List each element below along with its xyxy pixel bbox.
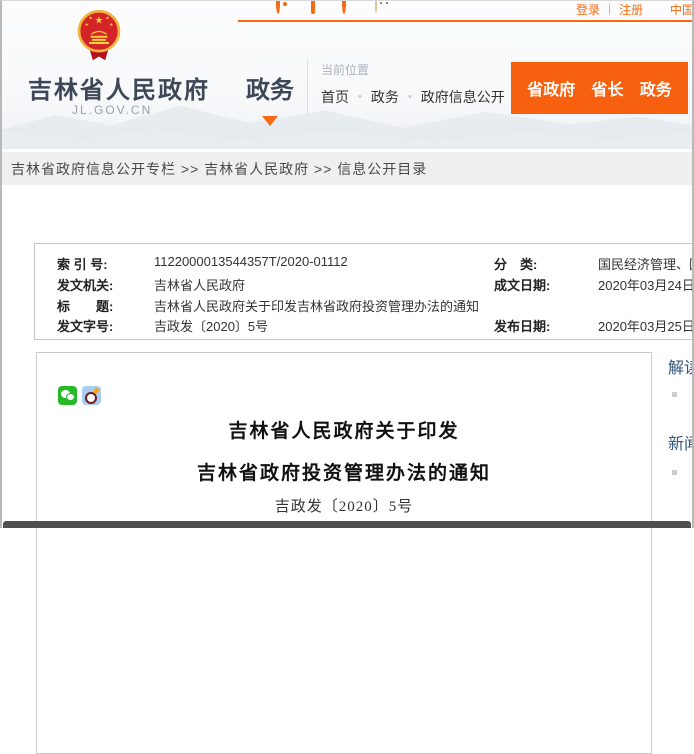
china-gov-link[interactable]: 中国政府网 [670,1,694,18]
meta-label-publish-date: 发布日期: [494,319,550,334]
svg-text:★: ★ [95,16,104,27]
nav-item-governor[interactable]: 省长 [591,76,623,100]
meta-label-issuer: 发文机关: [57,278,113,293]
breadcrumb-info-disclosure[interactable]: 政府信息公开 [421,87,505,107]
meta-label-written-date: 成文日期: [494,278,550,293]
svg-text:★: ★ [105,16,109,21]
site-domain: JL.GOV.CN [72,103,152,117]
bullet-square-icon [672,470,677,475]
account-area: 登录 | 注册 [576,1,643,18]
register-link[interactable]: 注册 [619,1,643,18]
meta-value-issuer: 吉林省人民政府 [154,278,245,293]
svg-text:★: ★ [85,22,89,27]
bullet-square-icon [672,392,677,397]
current-location-label: 当前位置 [321,61,369,78]
meta-value-title: 吉林省人民政府关于印发吉林省政府投资管理办法的通知 [154,299,479,314]
document-title-line2: 吉林省政府投资管理办法的通知 [37,458,651,485]
nav-item-provincial-gov[interactable]: 省政府 [527,76,575,100]
header-nav: 省政府 省长 政务 [511,62,688,114]
login-register-divider: | [608,1,611,18]
meta-label-doc-number: 发文字号: [57,319,113,334]
path-bar-text[interactable]: 吉林省政府信息公开专栏 >> 吉林省人民政府 >> 信息公开目录 [11,159,427,179]
breadcrumb-separator-icon: • [358,91,362,103]
nav-item-zhengwu[interactable]: 政务 [640,76,672,100]
breadcrumb-home[interactable]: 首页 [321,87,349,107]
document-body: 吉林省人民政府关于印发 吉林省政府投资管理办法的通知 吉政发〔2020〕5号 [36,352,652,754]
caret-down-icon [262,116,278,126]
site-title[interactable]: 吉林省人民政府 [28,70,210,105]
document-number: 吉政发〔2020〕5号 [37,495,651,516]
side-link-interpretation[interactable]: 解读 [668,354,694,378]
elder-mode-icon[interactable] [375,0,393,13]
meta-label-title: 标 题: [57,299,113,314]
wechat-icon[interactable] [243,0,261,13]
weibo-icon[interactable] [276,0,294,13]
meta-label-category: 分 类: [494,257,537,272]
national-emblem-logo[interactable]: ★ ★ ★ ★ ★ [76,8,122,62]
tab-zhengwu[interactable]: 政务 [246,70,294,105]
path-bar: 吉林省政府信息公开专栏 >> 吉林省人民政府 >> 信息公开目录 [2,152,692,185]
vertical-divider [307,60,308,116]
meta-value-index: 1122000013544357T/2020-01112 [154,254,348,269]
meta-value-written-date: 2020年03月24日 [598,278,694,293]
breadcrumb-separator-icon: • [408,91,412,103]
site-header: ★ ★ ★ ★ ★ 吉林省人民政府 JL.GOV.CN 政务 当前位置 首页 •… [0,0,694,149]
meta-value-category: 国民经济管理、国有资产监管 [598,257,694,272]
mobile-icon[interactable] [309,0,327,13]
svg-text:★: ★ [109,22,113,27]
utility-icon-bar [243,0,393,13]
window-bottom-edge [3,521,691,528]
meta-value-publish-date: 2020年03月25日 [598,319,694,334]
breadcrumb: 首页 • 政务 • 政府信息公开 [321,87,505,107]
side-link-column: 解读 新闻 [668,354,694,475]
wechat-share-icon[interactable] [58,386,77,405]
weibo-share-icon[interactable] [82,386,101,405]
breadcrumb-zhengwu[interactable]: 政务 [371,87,399,107]
side-link-news[interactable]: 新闻 [668,430,694,454]
login-link[interactable]: 登录 [576,1,600,18]
document-title-line1: 吉林省人民政府关于印发 [37,416,651,443]
document-meta-table: 索 引 号: 1122000013544357T/2020-01112 发文机关… [34,243,694,340]
svg-text:★: ★ [89,16,93,21]
meta-value-doc-number: 吉政发〔2020〕5号 [154,319,268,334]
accessibility-icon[interactable] [342,0,360,13]
topbar-underline [238,20,694,22]
meta-label-index: 索 引 号: [57,257,108,272]
share-bar [58,386,101,405]
